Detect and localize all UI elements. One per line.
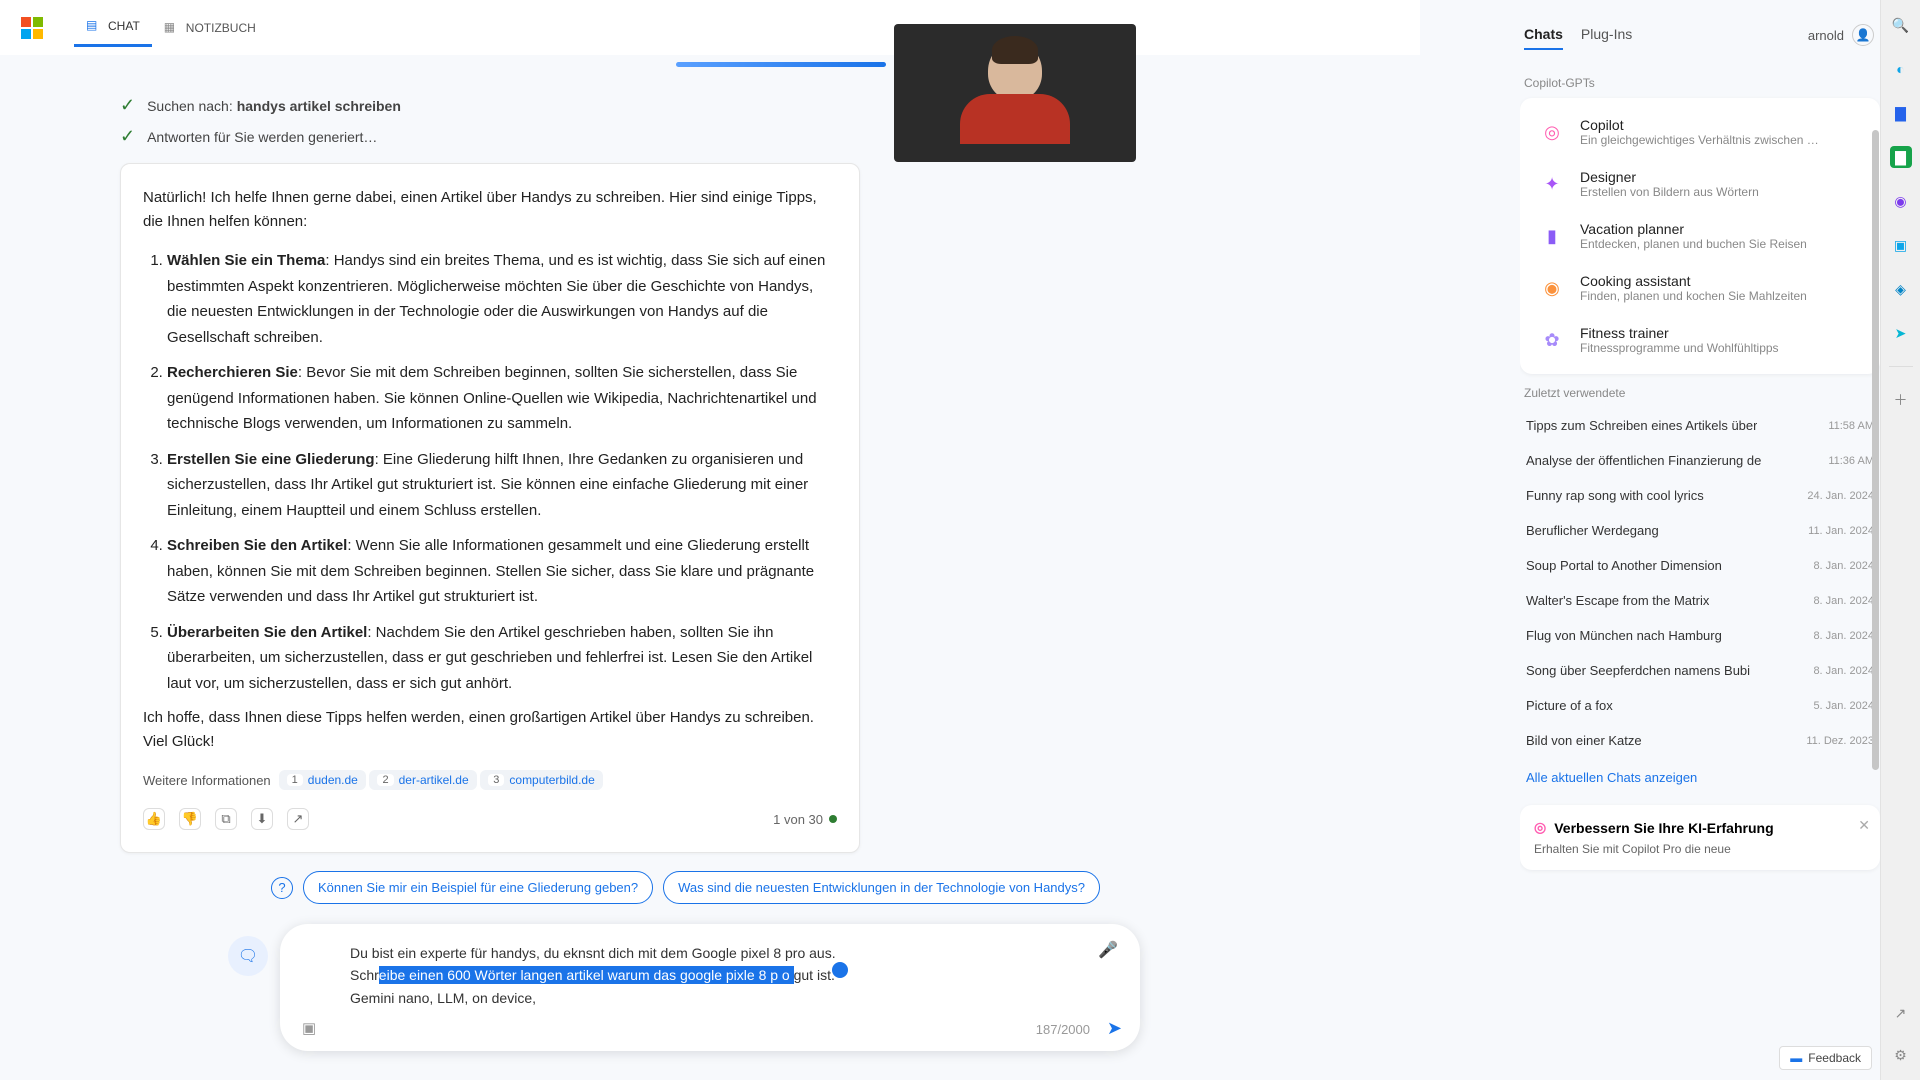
response-list: Wählen Sie ein Thema: Handys sind ein br… — [143, 248, 837, 696]
gpt-icon: ◎ — [1536, 116, 1568, 148]
response-counter: 1 von 30 — [773, 812, 837, 827]
username: arnold — [1808, 28, 1844, 43]
edge-icon[interactable]: ◐ — [1890, 58, 1912, 80]
onenote-icon[interactable]: ◈ — [1890, 278, 1912, 300]
recent-chat-item[interactable]: Bild von einer Katze11. Dez. 2023 — [1520, 723, 1880, 758]
check-icon: ✓ — [120, 126, 135, 147]
webcam-overlay — [894, 24, 1136, 162]
scrollbar-thumb[interactable] — [1872, 130, 1879, 770]
recent-chat-item[interactable]: Soup Portal to Another Dimension8. Jan. … — [1520, 548, 1880, 583]
input-text[interactable]: Du bist ein experte für handys, du eknsn… — [350, 942, 1080, 1009]
download-button[interactable]: ⬇ — [251, 808, 273, 830]
recent-label: Zuletzt verwendete — [1524, 386, 1880, 400]
chat-icon: ▤ — [86, 18, 102, 34]
cursor-icon — [832, 962, 848, 978]
source-chip[interactable]: 2der-artikel.de — [369, 770, 476, 790]
tab-notebook[interactable]: ▦ NOTIZBUCH — [152, 10, 268, 46]
help-icon[interactable]: ? — [271, 877, 293, 899]
feedback-button[interactable]: ▬ Feedback — [1779, 1046, 1872, 1070]
header: ▤ CHAT ▦ NOTIZBUCH — [0, 0, 1420, 55]
response-item: Erstellen Sie eine Gliederung: Eine Glie… — [167, 447, 837, 524]
gpt-item[interactable]: ✦DesignerErstellen von Bildern aus Wörte… — [1528, 158, 1872, 210]
tab-chat[interactable]: ▤ CHAT — [74, 8, 152, 47]
share-button[interactable]: ↗ — [287, 808, 309, 830]
tab-label: NOTIZBUCH — [186, 21, 256, 35]
excel-icon[interactable]: ▇ — [1890, 146, 1912, 168]
feedback-icon: ▬ — [1790, 1051, 1802, 1065]
gpt-item[interactable]: ◉Cooking assistantFinden, planen und koc… — [1528, 262, 1872, 314]
send-icon[interactable]: ➤ — [1890, 322, 1912, 344]
recent-chat-item[interactable]: Walter's Escape from the Matrix8. Jan. 2… — [1520, 583, 1880, 618]
recent-chat-item[interactable]: Tipps zum Schreiben eines Artikels über1… — [1520, 408, 1880, 443]
char-count: 187/2000 — [1036, 1022, 1090, 1037]
gpt-item[interactable]: ✿Fitness trainerFitnessprogramme und Woh… — [1528, 314, 1872, 366]
gpt-icon: ✿ — [1536, 324, 1568, 356]
dislike-button[interactable]: 👎 — [179, 808, 201, 830]
progress-bar — [676, 62, 886, 67]
recent-chat-item[interactable]: Song über Seepferdchen namens Bubi8. Jan… — [1520, 653, 1880, 688]
image-upload-button[interactable]: ▣ — [302, 1019, 316, 1037]
tab-label: CHAT — [108, 19, 140, 33]
gpt-item[interactable]: ◎CopilotEin gleichgewichtiges Verhältnis… — [1528, 106, 1872, 158]
send-button[interactable]: ➤ — [1107, 1018, 1122, 1039]
gpt-icon: ◉ — [1536, 272, 1568, 304]
generating-text: Antworten für Sie werden generiert… — [147, 129, 377, 145]
input-box[interactable]: 🗨 Du bist ein experte für handys, du ekn… — [280, 924, 1140, 1051]
search-icon[interactable]: 🔍 — [1890, 14, 1912, 36]
powerpoint-icon[interactable]: ◉ — [1890, 190, 1912, 212]
sidebar-tab-plugins[interactable]: Plug-Ins — [1581, 26, 1632, 50]
promo-desc: Erhalten Sie mit Copilot Pro die neue — [1534, 842, 1866, 856]
like-button[interactable]: 👍 — [143, 808, 165, 830]
word-icon[interactable]: ▇ — [1890, 102, 1912, 124]
source-chip[interactable]: 3computerbild.de — [480, 770, 603, 790]
gpt-icon: ▮ — [1536, 220, 1568, 252]
outlook-icon[interactable]: ▣ — [1890, 234, 1912, 256]
promo-card: ✕ ◎ Verbessern Sie Ihre KI-Erfahrung Erh… — [1520, 805, 1880, 870]
check-icon: ✓ — [120, 95, 135, 116]
gpt-list: ◎CopilotEin gleichgewichtiges Verhältnis… — [1520, 98, 1880, 374]
gpts-label: Copilot-GPTs — [1524, 76, 1880, 90]
response-item: Schreiben Sie den Artikel: Wenn Sie alle… — [167, 533, 837, 610]
gpt-item[interactable]: ▮Vacation plannerEntdecken, planen und b… — [1528, 210, 1872, 262]
mic-button[interactable]: 🎤 — [1098, 940, 1118, 960]
recent-chat-item[interactable]: Picture of a fox5. Jan. 2024 — [1520, 688, 1880, 723]
settings-icon[interactable]: ⚙ — [1890, 1044, 1912, 1066]
recent-chat-item[interactable]: Flug von München nach Hamburg8. Jan. 202… — [1520, 618, 1880, 653]
suggestion-row: ? Können Sie mir ein Beispiel für eine G… — [120, 871, 1100, 904]
status-dot-icon — [829, 815, 837, 823]
response-intro: Natürlich! Ich helfe Ihnen gerne dabei, … — [143, 186, 837, 234]
response-item: Wählen Sie ein Thema: Handys sind ein br… — [167, 248, 837, 350]
response-item: Recherchieren Sie: Bevor Sie mit dem Sch… — [167, 360, 837, 437]
suggestion-chip[interactable]: Können Sie mir ein Beispiel für eine Gli… — [303, 871, 653, 904]
copy-button[interactable]: ⧉ — [215, 808, 237, 830]
external-icon[interactable]: ↗ — [1890, 1002, 1912, 1024]
response-card: Natürlich! Ich helfe Ihnen gerne dabei, … — [120, 163, 860, 853]
recent-chat-item[interactable]: Beruflicher Werdegang11. Jan. 2024 — [1520, 513, 1880, 548]
search-prefix: Suchen nach: — [147, 98, 233, 114]
microsoft-logo[interactable] — [20, 16, 44, 40]
more-info-label: Weitere Informationen — [143, 773, 271, 788]
suggestion-chip[interactable]: Was sind die neuesten Entwicklungen in d… — [663, 871, 1100, 904]
show-all-chats[interactable]: Alle aktuellen Chats anzeigen — [1520, 758, 1880, 797]
add-icon[interactable]: ＋ — [1890, 389, 1912, 411]
new-topic-button[interactable]: 🗨 — [228, 936, 268, 976]
response-outro: Ich hoffe, dass Ihnen diese Tipps helfen… — [143, 706, 837, 754]
gpt-icon: ✦ — [1536, 168, 1568, 200]
source-chip[interactable]: 1duden.de — [279, 770, 366, 790]
recent-chat-item[interactable]: Funny rap song with cool lyrics24. Jan. … — [1520, 478, 1880, 513]
user-area[interactable]: arnold 👤 — [1808, 24, 1874, 46]
copilot-pro-icon: ◎ — [1534, 819, 1546, 836]
scrollbar[interactable] — [1870, 0, 1880, 1080]
more-info-row: Weitere Informationen 1duden.de 2der-art… — [143, 770, 837, 790]
close-icon[interactable]: ✕ — [1858, 817, 1870, 834]
response-item: Überarbeiten Sie den Artikel: Nachdem Si… — [167, 620, 837, 697]
right-rail: 🔍 ◐ ▇ ▇ ◉ ▣ ◈ ➤ ＋ ↗ ⚙ — [1880, 0, 1920, 1080]
recent-chat-item[interactable]: Analyse der öffentlichen Finanzierung de… — [1520, 443, 1880, 478]
promo-title: Verbessern Sie Ihre KI-Erfahrung — [1554, 820, 1773, 836]
sidebar-tab-chats[interactable]: Chats — [1524, 26, 1563, 50]
sidebar: arnold 👤 Chats Plug-Ins Copilot-GPTs ◎Co… — [1520, 0, 1880, 1080]
search-query: handys artikel schreiben — [237, 98, 401, 114]
recent-list: Tipps zum Schreiben eines Artikels über1… — [1520, 408, 1880, 758]
notebook-icon: ▦ — [164, 20, 180, 36]
